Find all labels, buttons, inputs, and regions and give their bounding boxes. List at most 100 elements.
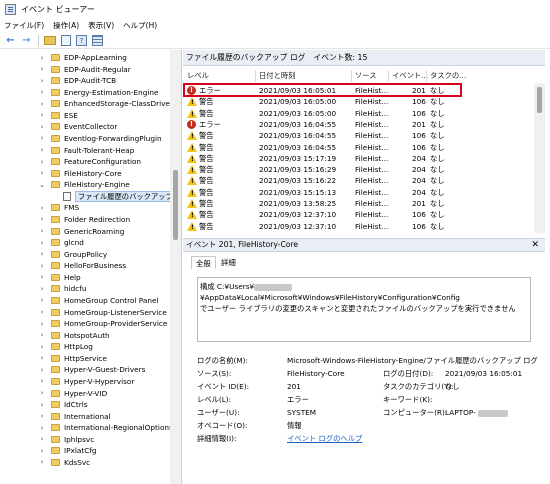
event-row[interactable]: 警告 2021/09/03 15:16:22 FileHist... 204 なし: [183, 175, 535, 186]
chevron-right-icon[interactable]: ›: [38, 158, 46, 166]
chevron-right-icon[interactable]: ›: [38, 169, 46, 177]
tree-item-folder[interactable]: › Help: [0, 272, 170, 283]
chevron-right-icon[interactable]: ›: [38, 285, 46, 293]
tree-item-folder[interactable]: › EDP-Audit-TCB: [0, 75, 170, 86]
forward-arrow-icon[interactable]: →: [20, 34, 33, 47]
chevron-right-icon[interactable]: ›: [38, 447, 46, 455]
tree-item-folder[interactable]: ⌄ FileHistory-Engine: [0, 179, 170, 190]
column-level[interactable]: レベル: [187, 71, 209, 83]
properties-button[interactable]: [59, 34, 72, 47]
tree-item-folder[interactable]: › ESE: [0, 110, 170, 121]
chevron-right-icon[interactable]: ›: [38, 377, 46, 385]
tree-item-folder[interactable]: › glcnd: [0, 237, 170, 248]
chevron-right-icon[interactable]: ›: [38, 401, 46, 409]
tree-item-folder[interactable]: › GroupPolicy: [0, 249, 170, 260]
chevron-right-icon[interactable]: ›: [38, 296, 46, 304]
chevron-right-icon[interactable]: ›: [38, 412, 46, 420]
tree-item-folder[interactable]: › Energy-Estimation-Engine: [0, 87, 170, 98]
column-separator[interactable]: [388, 70, 389, 82]
column-separator[interactable]: [351, 70, 352, 82]
chevron-right-icon[interactable]: ›: [38, 262, 46, 270]
event-row[interactable]: 警告 2021/09/03 16:04:55 FileHist... 106 なし: [183, 130, 535, 141]
tree-item-folder[interactable]: › Folder Redirection: [0, 214, 170, 225]
event-row[interactable]: 警告 2021/09/03 16:04:55 FileHist... 106 なし: [183, 142, 535, 153]
help-button[interactable]: ?: [75, 34, 88, 47]
event-row[interactable]: 警告 2021/09/03 15:17:19 FileHist... 204 なし: [183, 153, 535, 164]
list-scrollbar-thumb[interactable]: [537, 87, 542, 113]
chevron-right-icon[interactable]: ›: [38, 215, 46, 223]
up-folder-button[interactable]: [43, 34, 56, 47]
chevron-right-icon[interactable]: ›: [38, 250, 46, 258]
chevron-right-icon[interactable]: ›: [38, 458, 46, 466]
tree-scrollbar[interactable]: [170, 50, 181, 484]
close-icon[interactable]: ✕: [531, 239, 539, 251]
tree-item-folder[interactable]: › Hyper-V-Guest-Drivers: [0, 364, 170, 375]
chevron-right-icon[interactable]: ›: [38, 435, 46, 443]
chevron-right-icon[interactable]: ›: [38, 54, 46, 62]
column-task-category[interactable]: タスクの...: [430, 71, 466, 83]
chevron-right-icon[interactable]: ›: [38, 308, 46, 316]
tree-item-folder[interactable]: › Hyper-V-VID: [0, 388, 170, 399]
tree-item-folder[interactable]: › Hyper-V-Hypervisor: [0, 376, 170, 387]
tree-item-folder[interactable]: › GenericRoaming: [0, 226, 170, 237]
event-row[interactable]: 警告 2021/09/03 16:05:00 FileHist... 106 なし: [183, 108, 535, 119]
menu-view[interactable]: 表示(V): [88, 20, 114, 31]
chevron-right-icon[interactable]: ›: [38, 331, 46, 339]
tree-item-folder[interactable]: › HomeGroup-ListenerService: [0, 307, 170, 318]
tree-item-folder[interactable]: › HomeGroup Control Panel: [0, 295, 170, 306]
chevron-right-icon[interactable]: ›: [38, 366, 46, 374]
chevron-right-icon[interactable]: ›: [38, 343, 46, 351]
tree-item-folder[interactable]: › IPxlatCfg: [0, 445, 170, 456]
column-source[interactable]: ソース: [355, 71, 377, 83]
column-event-id[interactable]: イベント...: [392, 71, 428, 83]
tree-item-folder[interactable]: › International: [0, 411, 170, 422]
tree-item-folder[interactable]: › Eventlog-ForwardingPlugin: [0, 133, 170, 144]
chevron-right-icon[interactable]: ›: [38, 320, 46, 328]
event-row[interactable]: 警告 2021/09/03 15:15:13 FileHist... 204 なし: [183, 187, 535, 198]
event-row[interactable]: 警告 2021/09/03 13:58:25 FileHist... 201 なし: [183, 198, 535, 209]
tree-item-folder[interactable]: › EDP-AppLearning: [0, 52, 170, 63]
tree-item-folder[interactable]: › Fault-Tolerant-Heap: [0, 145, 170, 156]
chevron-right-icon[interactable]: ›: [38, 77, 46, 85]
tree-item-folder[interactable]: › FileHistory-Core: [0, 168, 170, 179]
chevron-right-icon[interactable]: ›: [38, 146, 46, 154]
chevron-right-icon[interactable]: ›: [38, 227, 46, 235]
column-separator[interactable]: [426, 70, 427, 82]
chevron-right-icon[interactable]: ›: [38, 88, 46, 96]
tree-item-folder[interactable]: › HotspotAuth: [0, 330, 170, 341]
menu-help[interactable]: ヘルプ(H): [123, 20, 157, 31]
chevron-right-icon[interactable]: ›: [38, 204, 46, 212]
tree-scrollbar-thumb[interactable]: [173, 170, 178, 240]
event-row[interactable]: 警告 2021/09/03 15:16:29 FileHist... 204 なし: [183, 164, 535, 175]
chevron-right-icon[interactable]: ›: [38, 111, 46, 119]
event-row[interactable]: ! エラー 2021/09/03 16:04:55 FileHist... 201 なし: [183, 119, 535, 130]
tree-item-folder[interactable]: › KdsSvc: [0, 457, 170, 468]
tree-item-folder[interactable]: › hidcfu: [0, 283, 170, 294]
back-arrow-icon[interactable]: ←: [4, 34, 17, 47]
tab-details[interactable]: 詳細: [217, 256, 240, 269]
chevron-right-icon[interactable]: ›: [38, 389, 46, 397]
tree-item-folder[interactable]: › IdCtrls: [0, 399, 170, 410]
column-datetime[interactable]: 日付と時刻: [259, 71, 295, 83]
tree-item-folder[interactable]: › EventCollector: [0, 121, 170, 132]
chevron-right-icon[interactable]: ›: [38, 424, 46, 432]
menu-file[interactable]: ファイル(F): [4, 20, 44, 31]
tree-item-log[interactable]: ファイル履歴のバックアップ ログ: [0, 190, 181, 202]
chevron-down-icon[interactable]: ⌄: [38, 181, 46, 189]
chevron-right-icon[interactable]: ›: [38, 123, 46, 131]
menu-action[interactable]: 操作(A): [53, 20, 79, 31]
tab-general[interactable]: 全般: [191, 256, 216, 269]
chevron-right-icon[interactable]: ›: [38, 134, 46, 142]
tree-item-folder[interactable]: › Iphlpsvc: [0, 434, 170, 445]
event-row[interactable]: 警告 2021/09/03 16:05:00 FileHist... 106 なし: [183, 96, 535, 107]
column-separator[interactable]: [255, 70, 256, 82]
tree-item-folder[interactable]: › HelloForBusiness: [0, 260, 170, 271]
chevron-right-icon[interactable]: ›: [38, 100, 46, 108]
event-row[interactable]: 警告 2021/09/03 12:37:10 FileHist... 106 なし: [183, 209, 535, 220]
chevron-right-icon[interactable]: ›: [38, 239, 46, 247]
tree-item-folder[interactable]: › EDP-Audit-Regular: [0, 64, 170, 75]
tree-item-folder[interactable]: › International-RegionalOptionsC: [0, 422, 178, 433]
tree-item-folder[interactable]: › HomeGroup-ProviderService: [0, 318, 170, 329]
tree-item-folder[interactable]: › EnhancedStorage-ClassDriver: [0, 98, 173, 109]
event-log-help-link[interactable]: イベント ログのヘルプ: [287, 433, 362, 444]
